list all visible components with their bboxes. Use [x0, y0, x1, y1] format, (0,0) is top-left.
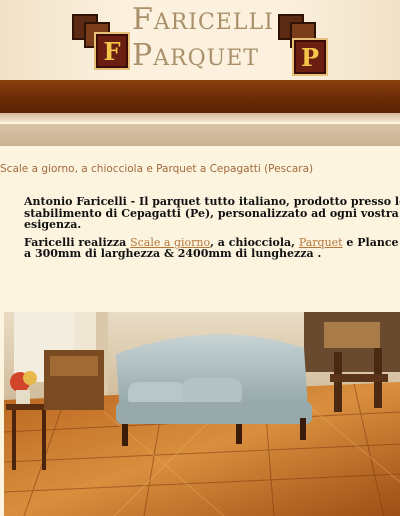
- nav-shadow-divider: [0, 113, 400, 122]
- sub-nav-bar[interactable]: [0, 124, 400, 146]
- brand-name-line1[interactable]: FARICELLI: [132, 2, 274, 37]
- intro-text: Antonio Faricelli - Il parquet tutto ita…: [24, 196, 400, 266]
- intro-line: esigenza.: [24, 218, 82, 231]
- logo-left-letter-tile: F: [94, 32, 130, 70]
- brand-name-line2[interactable]: PARQUET: [132, 38, 259, 73]
- parquet-showcase-photo: [4, 312, 400, 516]
- brand-line1-cap: F: [132, 2, 154, 37]
- breadcrumb: Scale a giorno, a chiocciola e Parquet a…: [0, 163, 314, 175]
- site-header: F FARICELLI PARQUET P: [0, 0, 400, 80]
- main-nav-bar[interactable]: [0, 80, 400, 113]
- logo-left[interactable]: F: [72, 14, 132, 70]
- intro-paragraph-1: Antonio Faricelli - Il parquet tutto ita…: [24, 196, 400, 231]
- intro-line: a 300mm di larghezza & 2400mm di lunghez…: [24, 247, 322, 260]
- brand-line1-rest: ARICELLI: [153, 10, 274, 35]
- intro-text-fragment: e Plance ex: [346, 235, 400, 249]
- logo-left-letter: F: [103, 36, 121, 66]
- brand-line2-rest: ARQUET: [153, 46, 259, 71]
- logo-right-letter-tile: P: [292, 38, 328, 76]
- intro-paragraph-2: Faricelli realizza Scale a giorno, a chi…: [24, 235, 400, 260]
- brand-line2-cap: P: [132, 38, 154, 73]
- logo-right[interactable]: P: [278, 14, 338, 76]
- logo-right-letter: P: [300, 42, 320, 72]
- room-photo-illustration: [4, 312, 400, 516]
